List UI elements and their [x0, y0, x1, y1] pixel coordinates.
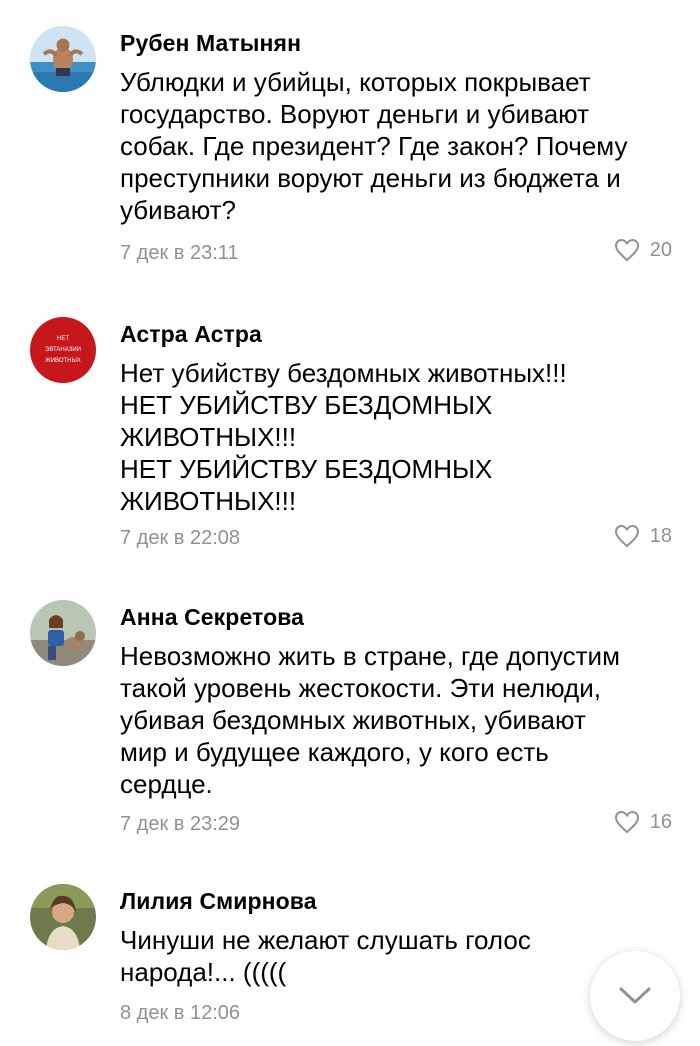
comment-text: Чинуши не желают слушать голос народа!..… [120, 925, 531, 987]
comment-text: Невозможно жить в стране, где допустим т… [120, 641, 620, 799]
heart-outline-icon [614, 238, 639, 262]
avatar[interactable] [30, 26, 96, 92]
like-button[interactable]: 20 [614, 238, 672, 262]
comment-item: НЕТ ЭВТАНАЗИИ ЖИВОТНЫХ Астра Астра Нет у… [0, 317, 700, 567]
like-count: 16 [649, 810, 672, 833]
avatar[interactable]: НЕТ ЭВТАНАЗИИ ЖИВОТНЫХ [30, 317, 96, 383]
comment-item: Рубен Матынян Ублюдки и убийцы, которых … [0, 26, 700, 276]
comment-text: Ублюдки и убийцы, которых покрывает госу… [120, 67, 628, 225]
woman-with-dog-avatar [30, 600, 96, 666]
comment-date[interactable]: 7 дек в 22:08 [120, 527, 240, 550]
like-count: 18 [649, 524, 672, 547]
like-count: 20 [649, 238, 672, 261]
like-button[interactable]: 16 [614, 810, 672, 834]
avatar-badge-line: ЖИВОТНЫХ [45, 358, 81, 364]
heart-outline-icon [614, 524, 639, 548]
comment-item: Анна Секретова Невозможно жить в стране,… [0, 600, 700, 850]
chevron-down-icon [619, 987, 651, 1004]
avatar[interactable] [30, 600, 96, 666]
avatar[interactable] [30, 884, 96, 950]
heart-outline-icon [614, 810, 639, 834]
avatar-badge-line: НЕТ [57, 336, 69, 342]
red-badge-avatar: НЕТ ЭВТАНАЗИИ ЖИВОТНЫХ [30, 317, 96, 383]
comment-date[interactable]: 7 дек в 23:11 [120, 242, 239, 265]
woman-portrait-avatar [30, 884, 96, 950]
man-at-beach-avatar [30, 26, 96, 92]
comment-author[interactable]: Астра Астра [120, 321, 262, 348]
comment-author[interactable]: Лилия Смирнова [120, 888, 317, 915]
comment-date[interactable]: 7 дек в 23:29 [120, 813, 240, 836]
scroll-down-button[interactable] [590, 951, 680, 1041]
comment-date[interactable]: 8 дек в 12:06 [120, 1002, 240, 1025]
like-button[interactable]: 18 [614, 524, 672, 548]
comment-text: Нет убийству бездомных животных!!! НЕТ У… [120, 358, 567, 516]
comment-author[interactable]: Рубен Матынян [120, 30, 301, 57]
avatar-badge-line: ЭВТАНАЗИИ [45, 347, 81, 353]
comment-author[interactable]: Анна Секретова [120, 604, 304, 631]
comments-feed: Рубен Матынян Ублюдки и убийцы, которых … [0, 0, 700, 1046]
